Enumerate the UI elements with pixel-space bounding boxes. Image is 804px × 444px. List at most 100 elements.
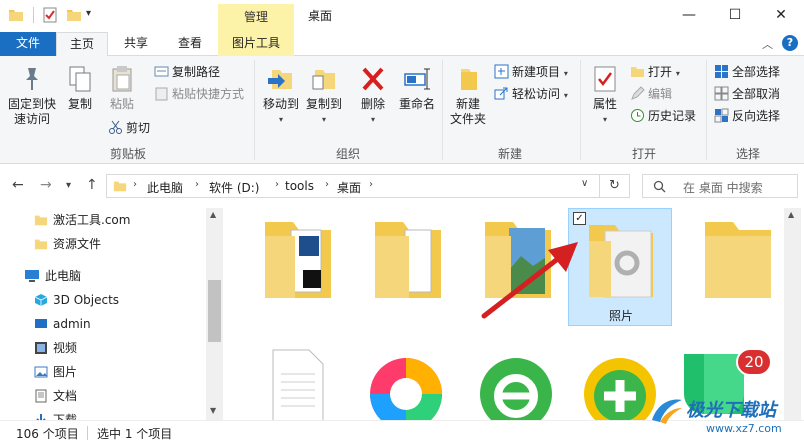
- nav-item-activation-tools[interactable]: 激活工具.com: [34, 209, 130, 231]
- folder-item[interactable]: [244, 210, 348, 328]
- back-arrow-icon[interactable]: ←: [12, 177, 24, 193]
- nav-item-label: 视频: [53, 341, 78, 355]
- new-group-label: 新建: [497, 147, 522, 161]
- tab-home[interactable]: 主页: [56, 32, 108, 57]
- collapse-ribbon-icon[interactable]: ︿: [762, 36, 773, 52]
- settings-folder-icon: [589, 225, 653, 298]
- properties-icon[interactable]: [42, 7, 58, 23]
- title-bar: ▾ 管理 桌面 — ☐ ✕: [0, 0, 804, 32]
- nav-item-documents[interactable]: 文档: [34, 385, 77, 407]
- history-icon: [631, 109, 644, 122]
- paste-button[interactable]: 粘贴: [104, 64, 140, 112]
- new-folder-icon[interactable]: [66, 7, 82, 23]
- breadcrumb-desktop[interactable]: 桌面: [337, 179, 361, 196]
- move-to-button[interactable]: 移动到 ▾: [260, 64, 302, 127]
- copy-path-button[interactable]: 复制路径: [154, 62, 220, 82]
- nav-item-label: 此电脑: [45, 269, 82, 283]
- folder-icon: [375, 222, 441, 298]
- folder-icon[interactable]: [8, 7, 24, 23]
- address-bar[interactable]: › 此电脑 › 软件 (D:) › tools › 桌面 › ∨ ↻: [106, 174, 630, 198]
- nav-item-admin[interactable]: admin: [34, 313, 91, 335]
- nav-item-label: admin: [53, 317, 91, 331]
- breadcrumb-tools[interactable]: tools: [285, 179, 314, 193]
- folder-item[interactable]: [684, 210, 784, 328]
- aurora-logo-icon: [652, 399, 682, 424]
- tab-picture-tools[interactable]: 图片工具: [218, 32, 294, 56]
- rename-label: 重命名: [398, 97, 435, 111]
- tab-file[interactable]: 文件: [0, 32, 56, 56]
- notification-badge: 20: [736, 348, 772, 376]
- paste-label: 粘贴: [109, 97, 134, 111]
- maximize-button[interactable]: ☐: [712, 0, 758, 30]
- search-box[interactable]: 在 桌面 中搜索: [642, 174, 798, 198]
- ribbon-tabs: 文件 主页 共享 查看 图片工具 ︿ ?: [0, 32, 804, 57]
- copy-to-button[interactable]: 复制到 ▾: [303, 64, 345, 127]
- minimize-button[interactable]: —: [666, 0, 712, 30]
- nav-item-3d-objects[interactable]: 3D Objects: [34, 289, 119, 311]
- paste-shortcut-icon: [155, 87, 168, 101]
- easy-access-button[interactable]: 轻松访问 ▾: [494, 84, 568, 104]
- invert-selection-button[interactable]: 反向选择: [714, 106, 780, 126]
- group-separator: [442, 60, 443, 160]
- new-item-button[interactable]: 新建项目 ▾: [494, 62, 568, 82]
- nav-item-label: 文档: [53, 389, 78, 403]
- nav-item-downloads[interactable]: 下载: [34, 409, 77, 420]
- file-list: ✓ 照片 20: [228, 208, 784, 420]
- select-all-button[interactable]: 全部选择: [714, 62, 780, 82]
- status-divider: [87, 426, 88, 440]
- search-placeholder: 在 桌面 中搜索: [683, 181, 763, 195]
- paste-shortcut-button[interactable]: 粘贴快捷方式: [154, 84, 244, 104]
- tab-share[interactable]: 共享: [110, 32, 162, 56]
- address-dropdown-icon[interactable]: ∨: [581, 178, 588, 189]
- nav-item-videos[interactable]: 视频: [34, 337, 77, 359]
- item-count: 106 个项目: [16, 427, 79, 441]
- cut-button[interactable]: 剪切: [108, 118, 150, 138]
- copy-button[interactable]: 复制: [62, 64, 98, 112]
- new-item-dropdown-icon: ▾: [563, 69, 568, 78]
- open-label: 打开: [648, 65, 673, 79]
- refresh-icon[interactable]: ↻: [609, 178, 620, 193]
- watermark-logo: 极光下载站 www.xz7.com: [648, 392, 804, 444]
- edit-button[interactable]: 编辑: [630, 84, 672, 104]
- file-item[interactable]: [244, 344, 348, 420]
- content-scrollbar[interactable]: ▲: [784, 208, 801, 420]
- rename-icon: [404, 68, 430, 90]
- open-button[interactable]: 打开 ▾: [630, 62, 680, 82]
- breadcrumb-chevron-icon: ›: [369, 179, 373, 190]
- nav-item-this-pc[interactable]: 此电脑: [24, 265, 81, 287]
- breadcrumb-this-pc[interactable]: 此电脑: [147, 179, 183, 196]
- pin-to-quick-access-button[interactable]: 固定到快 速访问: [6, 64, 58, 127]
- search-icon: [653, 180, 666, 193]
- app-item[interactable]: [354, 344, 458, 420]
- pin-icon: [26, 68, 38, 90]
- help-icon[interactable]: ?: [782, 35, 798, 51]
- nav-scroll-thumb[interactable]: [208, 280, 221, 342]
- group-separator: [580, 60, 581, 160]
- rename-button[interactable]: 重命名: [396, 64, 438, 112]
- app-item[interactable]: [464, 344, 568, 420]
- up-arrow-icon[interactable]: ↑: [86, 177, 98, 193]
- select-none-button[interactable]: 全部取消: [714, 84, 780, 104]
- easy-access-dropdown-icon: ▾: [563, 91, 568, 100]
- properties-button[interactable]: 属性 ▾: [586, 64, 624, 127]
- scroll-up-icon[interactable]: ▲: [210, 210, 216, 219]
- folder-icon: [34, 215, 48, 226]
- scroll-up-icon[interactable]: ▲: [788, 210, 794, 219]
- manage-context-tab[interactable]: 管理: [218, 4, 294, 32]
- folder-item[interactable]: [354, 210, 458, 328]
- recent-dropdown-icon[interactable]: ▾: [66, 180, 71, 191]
- delete-label: 删除: [360, 97, 385, 111]
- delete-button[interactable]: 删除 ▾: [354, 64, 392, 127]
- new-folder-button[interactable]: 新建 文件夹: [448, 64, 488, 127]
- history-button[interactable]: 历史记录: [630, 106, 696, 126]
- tab-view[interactable]: 查看: [164, 32, 216, 56]
- breadcrumb-drive[interactable]: 软件 (D:): [209, 179, 259, 196]
- new-folder-label-line1: 新建: [455, 97, 480, 111]
- scroll-down-icon[interactable]: ▼: [210, 406, 216, 415]
- new-folder-label-line2: 文件夹: [449, 112, 486, 126]
- close-button[interactable]: ✕: [758, 0, 804, 30]
- forward-arrow-icon[interactable]: →: [40, 177, 52, 193]
- nav-item-pictures[interactable]: 图片: [34, 361, 77, 383]
- quick-access-dropdown-icon[interactable]: ▾: [86, 8, 91, 19]
- nav-item-resource-files[interactable]: 资源文件: [34, 233, 101, 255]
